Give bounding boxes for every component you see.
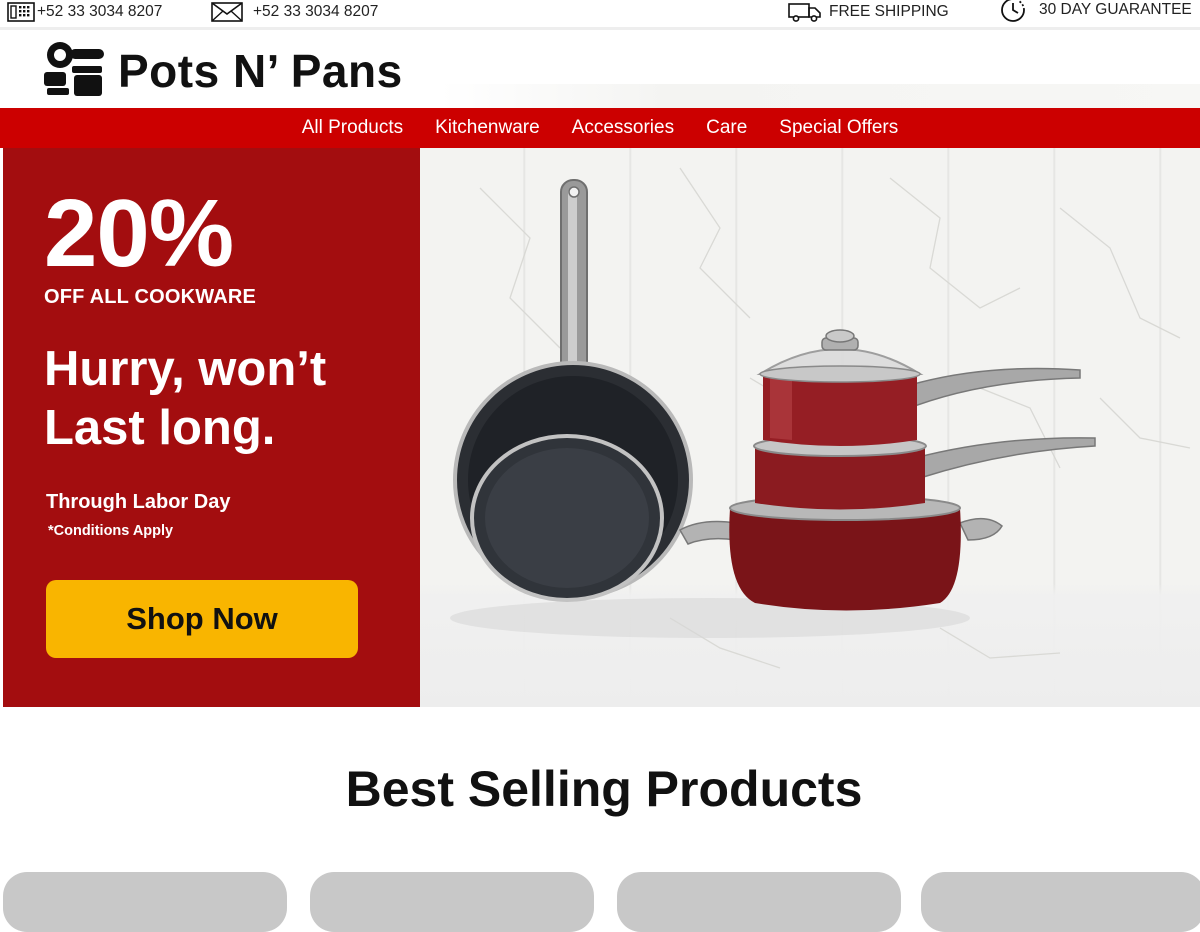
phone-icon (7, 2, 35, 22)
cookware-illustration (450, 167, 1191, 669)
cookware-photo (420, 148, 1200, 707)
envelope-icon (211, 2, 243, 22)
section-title: Best Selling Products (345, 761, 863, 817)
product-card[interactable] (617, 872, 901, 932)
pots-logo-icon (44, 39, 106, 102)
discount-percent: 20% (44, 180, 234, 287)
nav-item-special-offers[interactable]: Special Offers (779, 117, 898, 139)
product-card[interactable] (310, 872, 594, 932)
shipping-label: FREE SHIPPING (829, 3, 949, 20)
promo-conditions: *Conditions Apply (48, 523, 174, 539)
promo-headline: Hurry, won’t Last long. (44, 342, 327, 455)
site-header: Pots N’ Pans (0, 30, 1200, 108)
email-address: +52 33 3034 8207 (253, 3, 379, 20)
logo[interactable]: Pots N’ Pans (44, 39, 403, 102)
email-contact[interactable]: +52 33 3034 8207 (211, 0, 378, 24)
product-card[interactable] (921, 872, 1200, 932)
guarantee-label: 30 DAY GUARANTEE (1039, 1, 1192, 18)
logo-text: Pots N’ Pans (118, 44, 403, 97)
free-shipping: FREE SHIPPING (788, 0, 949, 24)
nav-item-accessories[interactable]: Accessories (572, 117, 674, 139)
shop-now-button[interactable]: Shop Now (46, 580, 358, 658)
nav-item-kitchenware[interactable]: Kitchenware (435, 117, 540, 139)
hero-banner: 20% OFF ALL COOKWARE Hurry, won’t Last l… (3, 148, 1200, 707)
main-nav: All Products Kitchenware Accessories Car… (0, 108, 1200, 148)
header-background (440, 84, 1200, 108)
clock-icon (997, 0, 1029, 23)
discount-subtitle: OFF ALL COOKWARE (44, 286, 257, 308)
nav-item-care[interactable]: Care (706, 117, 747, 139)
promo-panel: 20% OFF ALL COOKWARE Hurry, won’t Last l… (3, 148, 420, 707)
phone-number: +52 33 3034 8207 (37, 3, 163, 20)
nav-item-all-products[interactable]: All Products (302, 117, 403, 139)
product-card[interactable] (3, 872, 287, 932)
top-bar: +52 33 3034 8207 +52 33 3034 8207 FREE S… (0, 0, 1200, 30)
guarantee: 30 DAY GUARANTEE (997, 0, 1192, 22)
truck-icon (788, 2, 822, 22)
promo-period: Through Labor Day (46, 491, 231, 513)
phone-contact[interactable]: +52 33 3034 8207 (7, 0, 162, 24)
